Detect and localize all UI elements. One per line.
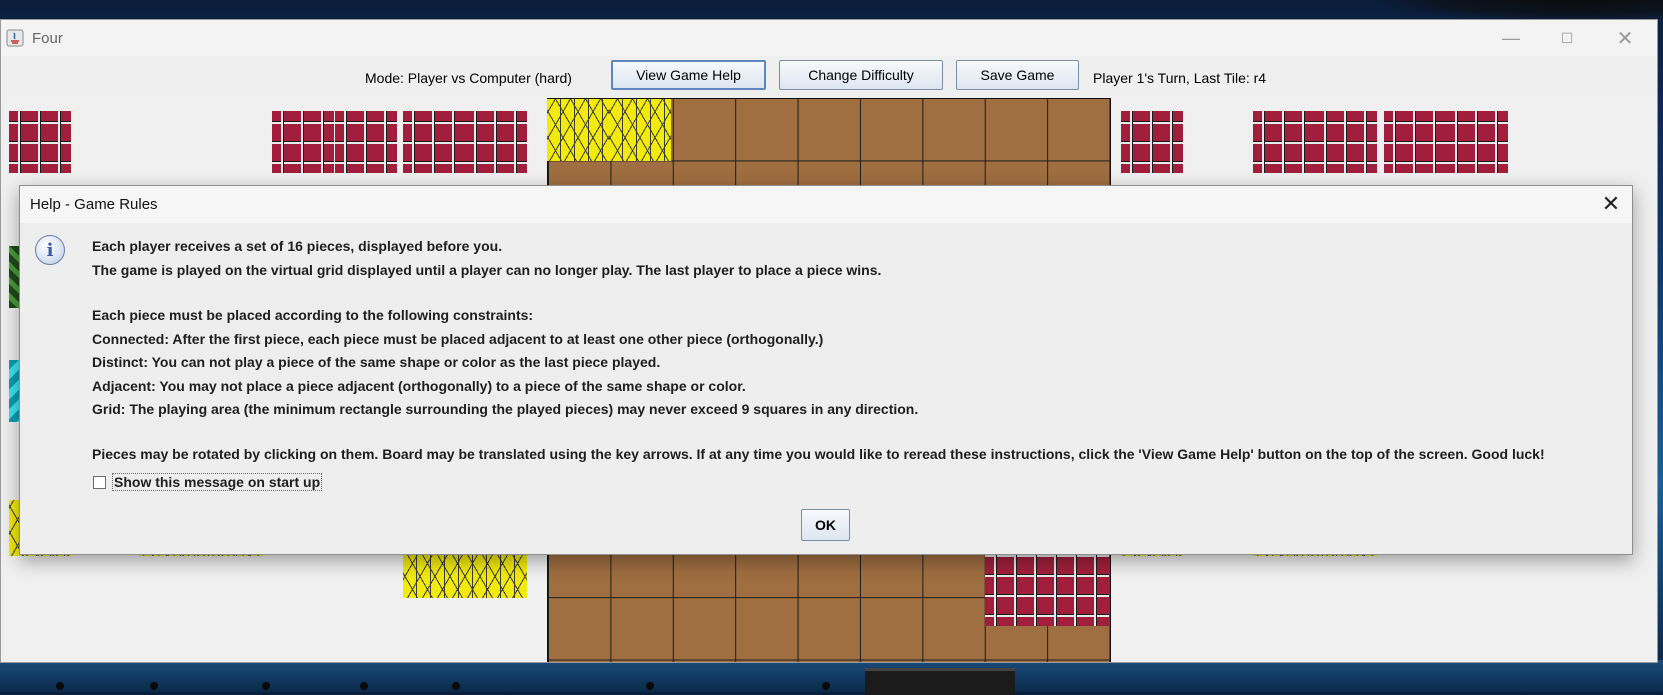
- startup-checkbox-row[interactable]: Show this message on start up: [93, 472, 323, 492]
- dialog-titlebar[interactable]: Help - Game Rules ✕: [20, 186, 1632, 223]
- computer-piece[interactable]: [1253, 111, 1315, 173]
- computer-piece[interactable]: [1121, 111, 1183, 173]
- ok-button[interactable]: OK: [801, 509, 850, 541]
- wallpaper-dot: [822, 682, 830, 690]
- desktop-wallpaper: [0, 660, 1663, 692]
- wallpaper-dot: [262, 682, 270, 690]
- player-piece[interactable]: [465, 111, 527, 173]
- rules-line: Distinct: You can not play a piece of th…: [92, 354, 661, 370]
- rules-line: Pieces may be rotated by clicking on the…: [92, 446, 1545, 462]
- player-piece[interactable]: [403, 111, 465, 173]
- rules-line: Connected: After the first piece, each p…: [92, 331, 824, 347]
- maximize-button[interactable]: ☐: [1547, 24, 1587, 52]
- board-piece[interactable]: [609, 99, 671, 161]
- window-titlebar[interactable]: Four — ☐ ✕: [1, 20, 1657, 56]
- wallpaper-dot: [56, 682, 64, 690]
- player-piece[interactable]: [272, 111, 334, 173]
- info-icon: i: [35, 235, 65, 265]
- mode-label: Mode: Player vs Computer (hard): [365, 70, 572, 86]
- computer-piece[interactable]: [1446, 111, 1508, 173]
- change-difficulty-button[interactable]: Change Difficulty: [779, 60, 943, 90]
- board-piece[interactable]: [547, 99, 609, 161]
- help-dialog: Help - Game Rules ✕ i Each player receiv…: [19, 185, 1633, 555]
- view-game-help-button[interactable]: View Game Help: [611, 60, 766, 90]
- computer-piece[interactable]: [1315, 111, 1377, 173]
- save-game-button[interactable]: Save Game: [956, 60, 1079, 90]
- wallpaper-dot: [452, 682, 460, 690]
- rules-line: The game is played on the virtual grid d…: [92, 262, 882, 278]
- wallpaper-palm: [1380, 0, 1663, 20]
- player-piece[interactable]: [9, 111, 71, 173]
- rules-line: Adjacent: You may not place a piece adja…: [92, 378, 746, 394]
- player-piece[interactable]: [335, 111, 397, 173]
- wallpaper-dot: [360, 682, 368, 690]
- dialog-title: Help - Game Rules: [30, 196, 158, 213]
- computer-piece[interactable]: [1384, 111, 1446, 173]
- close-window-button[interactable]: ✕: [1605, 24, 1645, 52]
- turn-status: Player 1's Turn, Last Tile: r4: [1093, 70, 1267, 86]
- wallpaper-boat: [865, 668, 1015, 695]
- window-title: Four: [32, 30, 63, 47]
- show-on-startup-label[interactable]: Show this message on start up: [112, 473, 323, 491]
- rules-line: Grid: The playing area (the minimum rect…: [92, 401, 919, 417]
- wallpaper-dot: [646, 682, 654, 690]
- wallpaper-dot: [150, 682, 158, 690]
- minimize-button[interactable]: —: [1491, 24, 1531, 52]
- show-on-startup-checkbox[interactable]: [93, 475, 106, 489]
- game-toolbar: Mode: Player vs Computer (hard) View Gam…: [1, 56, 1657, 98]
- java-app-icon: [6, 29, 24, 47]
- rules-line: Each piece must be placed according to t…: [92, 307, 534, 323]
- rules-line: Each player receives a set of 16 pieces,…: [92, 238, 503, 254]
- dialog-close-button[interactable]: ✕: [1596, 190, 1626, 218]
